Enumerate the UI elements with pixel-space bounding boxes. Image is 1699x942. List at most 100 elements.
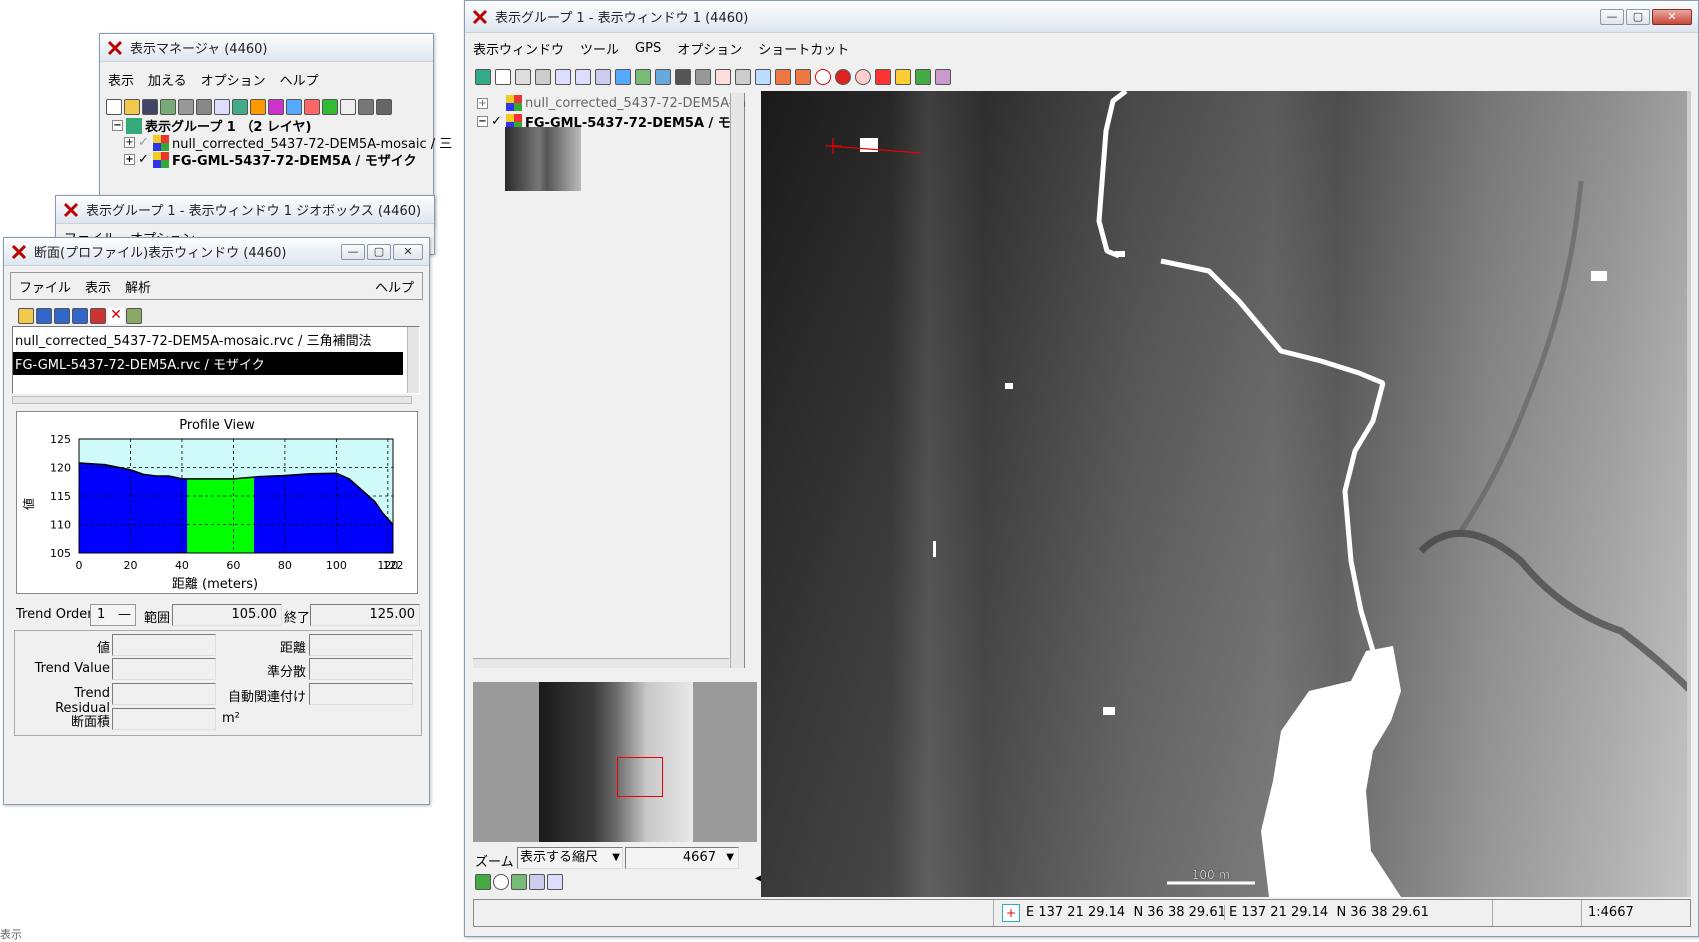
pencil-icon[interactable] (895, 69, 911, 85)
map-vscrollbar[interactable] (1687, 91, 1691, 897)
zoom-full-icon[interactable] (535, 69, 551, 85)
cancel-icon[interactable] (815, 69, 831, 85)
save-icon[interactable] (142, 99, 158, 115)
maximize-button[interactable]: ▢ (1626, 8, 1650, 25)
range-start-field[interactable]: 105.00 (172, 604, 282, 626)
terrain-icon[interactable] (196, 99, 212, 115)
raster-icon[interactable] (232, 99, 248, 115)
palette-icon[interactable] (935, 69, 951, 85)
zoom-icon[interactable] (493, 874, 509, 890)
add-icon[interactable] (715, 69, 731, 85)
search-icon[interactable] (855, 69, 871, 85)
camera-icon[interactable] (695, 69, 711, 85)
table-icon[interactable] (376, 99, 392, 115)
menu-display[interactable]: 表示 (108, 70, 134, 89)
expand-icon[interactable]: + (124, 137, 135, 148)
menu-view[interactable]: 表示 (85, 277, 111, 296)
collapse-icon[interactable]: − (477, 116, 488, 127)
menu-add[interactable]: 加える (148, 70, 187, 89)
menu-file[interactable]: ファイル (19, 277, 71, 296)
list-icon[interactable] (358, 99, 374, 115)
zoom-value-field[interactable]: 4667 ▼ (625, 847, 739, 869)
overview-icon[interactable] (511, 874, 527, 890)
list-item[interactable]: null_corrected_5437-72-DEM5A-mosaic.rvc … (13, 327, 419, 352)
layer-gray-icon[interactable] (178, 99, 194, 115)
display-manager-titlebar[interactable]: 表示マネージャ (4460) (100, 34, 433, 62)
redraw-icon[interactable] (475, 69, 491, 85)
arrow-left-icon[interactable] (775, 69, 791, 85)
menu-analysis[interactable]: 解析 (125, 277, 151, 296)
layers-icon[interactable] (635, 69, 651, 85)
tree-hscrollbar[interactable] (473, 658, 729, 668)
open-icon[interactable] (18, 308, 34, 324)
zoom-box-icon[interactable] (529, 874, 545, 890)
settings-icon[interactable] (126, 308, 142, 324)
menu-help[interactable]: ヘルプ (375, 277, 414, 296)
layer-item[interactable]: + null_corrected_5437-72-DEM5A-m (477, 95, 746, 111)
menu-help[interactable]: ヘルプ (280, 70, 319, 89)
color-icon[interactable] (268, 99, 284, 115)
checkbox-icon[interactable]: ✓ (138, 152, 150, 167)
vector-icon[interactable] (250, 99, 266, 115)
new-icon[interactable] (106, 99, 122, 115)
list-scrollbar[interactable] (407, 327, 419, 393)
zoom-out-icon[interactable] (575, 69, 591, 85)
move-up-icon[interactable] (72, 308, 88, 324)
checkbox-icon[interactable]: ✓ (491, 114, 503, 129)
import-icon[interactable] (36, 308, 52, 324)
overview-panel[interactable] (473, 682, 757, 842)
arrow-right-icon[interactable] (795, 69, 811, 85)
add-layer-icon[interactable] (214, 99, 230, 115)
zoom-box-icon[interactable] (595, 69, 611, 85)
maximize-button[interactable]: ▢ (367, 243, 391, 260)
list-item-selected[interactable]: FG-GML-5437-72-DEM5A.rvc / モザイク (13, 352, 403, 375)
grid-icon[interactable] (304, 99, 320, 115)
move-down-icon[interactable] (90, 308, 106, 324)
tree-vscrollbar[interactable] (730, 93, 744, 668)
main-titlebar[interactable]: 表示グループ 1 - 表示ウィンドウ 1 (4460) — ▢ ✕ (465, 1, 1698, 33)
menu-gps[interactable]: GPS (635, 41, 661, 56)
globe-icon[interactable] (655, 69, 671, 85)
layer-item[interactable]: + ✓ FG-GML-5437-72-DEM5A / モザイク (124, 150, 417, 169)
list-hscrollbar[interactable] (12, 396, 412, 404)
record-icon[interactable] (835, 69, 851, 85)
zoom-in-icon[interactable] (547, 874, 563, 890)
checkbox-icon[interactable]: ✓ (138, 135, 150, 150)
fit-icon[interactable] (495, 69, 511, 85)
legend-icon[interactable] (915, 69, 931, 85)
close-button[interactable]: ✕ (1652, 8, 1692, 25)
export-icon[interactable] (54, 308, 70, 324)
select-tool-icon[interactable] (735, 69, 751, 85)
delete-icon[interactable]: ✕ (108, 308, 124, 324)
zoom-in-icon[interactable] (555, 69, 571, 85)
expand-icon[interactable]: + (477, 97, 488, 109)
grid-icon[interactable] (615, 69, 631, 85)
scale-icon[interactable] (340, 99, 356, 115)
minimize-button[interactable]: — (341, 243, 365, 260)
map-icon[interactable] (322, 99, 338, 115)
profile-titlebar[interactable]: 断面(プロファイル)表示ウィンドウ (4460) — ▢ ✕ (4, 238, 429, 266)
expand-icon[interactable]: + (124, 154, 135, 165)
minimize-button[interactable]: — (1600, 8, 1624, 25)
coord-type-icon[interactable]: + (1002, 904, 1020, 922)
open-icon[interactable] (124, 99, 140, 115)
collapse-icon[interactable]: − (112, 120, 123, 131)
copy-icon[interactable] (160, 99, 176, 115)
zoom-mode-select[interactable]: 表示する縮尺 ▼ (517, 847, 623, 869)
menu-tools[interactable]: ツール (580, 39, 619, 58)
range-end-field[interactable]: 125.00 (310, 604, 420, 626)
pan-icon[interactable] (515, 69, 531, 85)
legend-icon[interactable] (475, 874, 491, 890)
trend-order-select[interactable]: 1— (90, 604, 136, 626)
pointer-icon[interactable] (875, 69, 891, 85)
map-canvas[interactable]: 100 m (761, 91, 1691, 897)
menu-view-window[interactable]: 表示ウィンドウ (473, 39, 564, 58)
close-button[interactable]: ✕ (393, 243, 423, 260)
measure-icon[interactable] (755, 69, 771, 85)
binoculars-icon[interactable] (675, 69, 691, 85)
menu-options[interactable]: オプション (677, 39, 742, 58)
geobox-titlebar[interactable]: 表示グループ 1 - 表示ウィンドウ 1 ジオボックス (4460) (56, 196, 434, 224)
menu-options[interactable]: オプション (201, 70, 266, 89)
menu-shortcuts[interactable]: ショートカット (758, 39, 849, 58)
tin-icon[interactable] (286, 99, 302, 115)
